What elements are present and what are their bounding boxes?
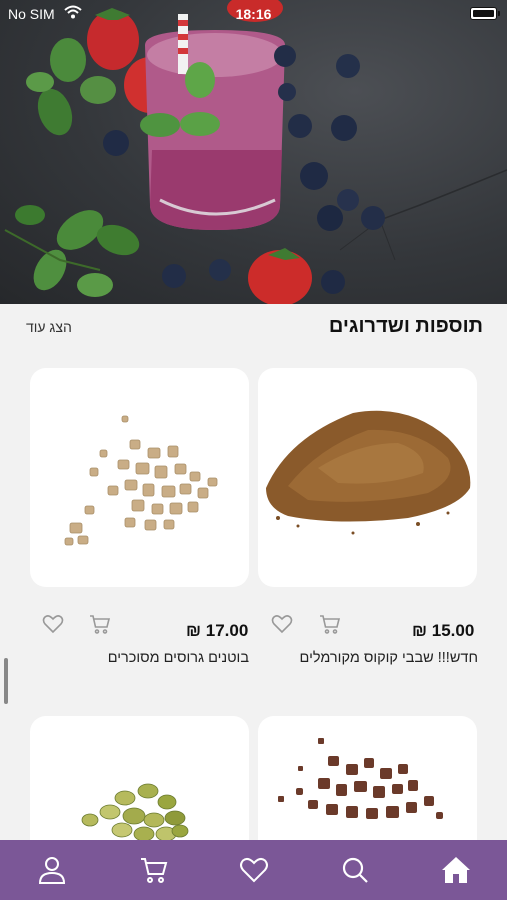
cart-icon[interactable]	[138, 854, 170, 886]
product-price: ₪ 17.00	[186, 621, 249, 640]
product-name: בוטנים גרוסים מסוכרים	[107, 650, 249, 666]
battery-icon	[470, 7, 500, 20]
show-more-link[interactable]: הצג עוד	[26, 319, 72, 335]
section-title: תוספות ושדרוגים	[328, 315, 483, 337]
favorite-heart-icon[interactable]	[270, 612, 294, 636]
hero-banner-image	[0, 0, 507, 304]
home-icon[interactable]	[440, 854, 472, 886]
product-price: ₪ 15.00	[412, 621, 475, 640]
product-name: חדש!!! שבבי קוקוס מקורמלים	[299, 650, 478, 666]
product-image-card[interactable]	[258, 368, 477, 587]
status-time: 18:16	[235, 6, 272, 22]
add-to-cart-icon[interactable]	[88, 612, 112, 636]
status-bar: No SIM 18:16	[0, 0, 507, 28]
user-icon[interactable]	[36, 854, 68, 886]
favorite-heart-icon[interactable]	[41, 612, 65, 636]
heart-icon[interactable]	[238, 854, 270, 886]
scroll-indicator[interactable]	[4, 658, 8, 704]
search-icon[interactable]	[339, 854, 371, 886]
bottom-navigation-bar	[0, 840, 507, 900]
add-to-cart-icon[interactable]	[318, 612, 342, 636]
product-image-card[interactable]	[30, 368, 249, 587]
